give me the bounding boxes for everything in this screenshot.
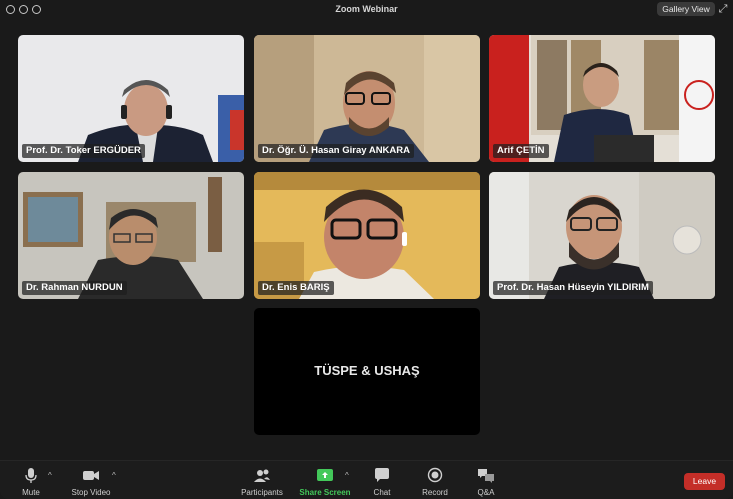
participants-icon (254, 469, 270, 482)
video-feed (489, 172, 715, 299)
participants-button[interactable]: Participants (236, 467, 288, 497)
video-tile-3[interactable]: Arif ÇETİN (489, 35, 715, 162)
share-options-caret[interactable]: ^ (345, 471, 349, 480)
share-screen-icon (317, 469, 333, 481)
stop-video-label: Stop Video (71, 488, 111, 497)
record-label: Record (422, 488, 448, 497)
video-tile-6[interactable]: Prof. Dr. Hasan Hüseyin YILDIRIM (489, 172, 715, 299)
mute-options-caret[interactable]: ^ (48, 471, 52, 480)
participant-name: Prof. Dr. Toker ERGÜDER (22, 144, 145, 158)
video-camera-icon (83, 471, 99, 480)
host-label: TÜSPE & USHAŞ (314, 363, 420, 378)
record-icon (427, 467, 443, 483)
mute-label: Mute (22, 488, 40, 497)
title-bar: Zoom Webinar Gallery View ⤢ (0, 0, 733, 20)
video-tile-1[interactable]: Prof. Dr. Toker ERGÜDER (18, 35, 244, 162)
chat-button[interactable]: Chat (368, 467, 396, 497)
fullscreen-icon[interactable]: ⤢ (716, 2, 730, 16)
participant-name: Dr. Rahman NURDUN (22, 281, 127, 295)
gallery-view-button[interactable]: Gallery View (657, 2, 715, 16)
stop-video-button[interactable]: Stop Video (66, 467, 116, 497)
video-feed (18, 35, 244, 162)
meeting-toolbar: Mute ^ Stop Video ^ Participants Share S… (0, 460, 733, 499)
video-feed (254, 35, 480, 162)
video-feed (489, 35, 715, 162)
leave-button[interactable]: Leave (684, 473, 725, 490)
video-tile-4[interactable]: Dr. Rahman NURDUN (18, 172, 244, 299)
qa-icon (478, 469, 494, 483)
chat-icon (375, 468, 389, 482)
video-options-caret[interactable]: ^ (112, 471, 116, 480)
zoom-window: Zoom Webinar Gallery View ⤢ Prof. Dr. To… (0, 0, 733, 499)
participant-name: Prof. Dr. Hasan Hüseyin YILDIRIM (493, 281, 653, 295)
participant-name: Dr. Enis BARIŞ (258, 281, 334, 295)
microphone-icon (25, 468, 37, 483)
share-screen-label: Share Screen (299, 488, 351, 497)
qa-button[interactable]: Q&A (474, 467, 498, 497)
video-feed (254, 172, 480, 299)
participant-name: Arif ÇETİN (493, 144, 549, 158)
video-tile-5[interactable]: Dr. Enis BARIŞ (254, 172, 480, 299)
host-branding-tile[interactable]: TÜSPE & USHAŞ (254, 308, 480, 435)
window-title: Zoom Webinar (335, 4, 398, 14)
video-feed (18, 172, 244, 299)
qa-label: Q&A (477, 488, 495, 497)
mute-button[interactable]: Mute (16, 467, 46, 497)
participant-name: Dr. Öğr. Ü. Hasan Giray ANKARA (258, 144, 414, 158)
participants-label: Participants (241, 488, 283, 497)
chat-label: Chat (373, 488, 391, 497)
record-button[interactable]: Record (418, 467, 452, 497)
video-tile-2[interactable]: Dr. Öğr. Ü. Hasan Giray ANKARA (254, 35, 480, 162)
